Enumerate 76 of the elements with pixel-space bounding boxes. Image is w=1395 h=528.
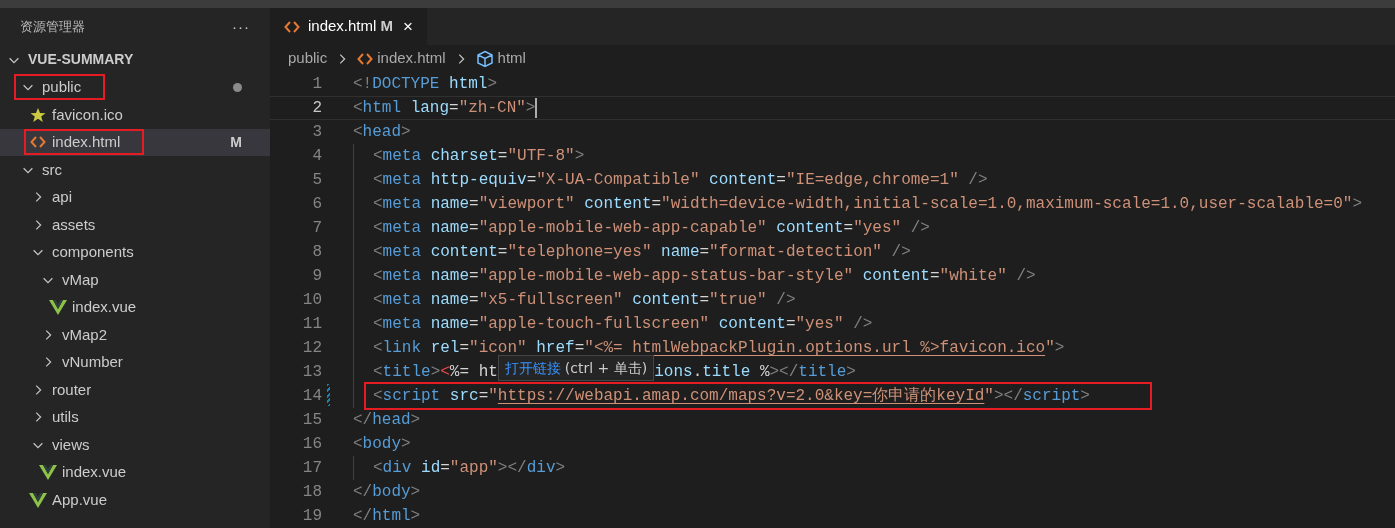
folder-row[interactable]: public (0, 73, 270, 101)
folder-row[interactable]: views (0, 431, 270, 459)
folder-row[interactable]: assets (0, 211, 270, 239)
sidebar-title: 资源管理器 (20, 18, 85, 37)
line-number: 1 (311, 74, 322, 95)
line-number: 9 (311, 266, 322, 287)
line-number: 13 (301, 362, 322, 383)
code-brackets-icon (30, 135, 46, 150)
code-line: <head> (353, 122, 411, 143)
breadcrumb-item[interactable]: html (475, 47, 526, 70)
code-line: <html lang="zh-CN"> (353, 98, 536, 119)
git-status-label: M (230, 132, 242, 152)
folder-row[interactable]: api (0, 183, 270, 211)
code-line: <!DOCTYPE html> (353, 74, 498, 95)
code-line: <meta name="x5-fullscreen" content="true" /> (373, 290, 796, 311)
line-number: 19 (301, 506, 322, 527)
open-link-text[interactable]: 打开链接 (504, 357, 561, 379)
code-line: <title><%= ht (373, 362, 498, 383)
shortcut-hint: (ctrl + 单击) (564, 358, 648, 378)
code-line: </html> (353, 506, 421, 527)
file-row[interactable]: favicon.ico (0, 101, 270, 129)
line-number: 10 (301, 290, 322, 311)
text-cursor (535, 98, 538, 118)
code-line: </head> (353, 410, 421, 431)
code-line: <meta name="viewport" content="width=device-width,initial-scale=1.0,maximum-scale=1.0,user-scalable=0"> (373, 194, 1362, 215)
line-number: 2 (311, 98, 322, 119)
code-line: <meta content="telephone=yes" name="format-detection" /> (373, 242, 911, 263)
folder-row[interactable]: src (0, 156, 270, 184)
folder-row[interactable]: components (0, 238, 270, 266)
vue-logo-icon (29, 491, 47, 508)
highlight-frame: index.html (24, 129, 145, 156)
line-number: 16 (301, 434, 322, 455)
code-line: </body> (353, 482, 421, 503)
line-number: 3 (311, 122, 322, 143)
line-number: 18 (301, 482, 322, 503)
breadcrumb-item[interactable]: public (288, 47, 328, 70)
more-actions-button[interactable]: ··· (232, 15, 250, 39)
vue-logo-icon (49, 299, 67, 316)
code-line: <div id="app"></div> (373, 458, 566, 479)
vue-logo-icon (39, 464, 57, 481)
line-number: 6 (311, 194, 322, 215)
code-line: <meta name="apple-touch-fullscreen" content="yes" /> (373, 314, 873, 335)
cube-icon (475, 49, 494, 68)
star-icon (30, 106, 46, 123)
code-line: <meta http-equiv="X-UA-Compatible" content="IE=edge,chrome=1" /> (373, 170, 988, 191)
code-brackets-icon (284, 19, 300, 34)
line-number: 8 (311, 242, 322, 263)
code-line: <meta charset="UTF-8"> (373, 146, 585, 167)
folder-row[interactable]: vNumber (0, 348, 270, 376)
code-line: <meta name="apple-mobile-web-app-status-bar-style" content="white" /> (373, 266, 1036, 287)
line-number: 17 (301, 458, 322, 479)
folder-row[interactable]: router (0, 376, 270, 404)
file-row[interactable]: index.html M (0, 128, 270, 156)
highlight-frame: public (14, 74, 106, 101)
code-line: <meta name="apple-mobile-web-app-capable" content="yes" /> (373, 218, 930, 239)
line-number: 14 (301, 386, 322, 407)
project-root-row[interactable]: VUE-SUMMARY (0, 46, 270, 74)
line-number: 5 (311, 170, 322, 191)
folder-row[interactable]: utils (0, 403, 270, 431)
code-line: ions.title %></title> (654, 362, 856, 383)
breadcrumb-item[interactable]: index.html (357, 47, 446, 70)
line-number: 15 (301, 410, 322, 431)
folder-row[interactable]: vMap (0, 266, 270, 294)
file-row[interactable]: index.vue (0, 458, 270, 486)
code-line: <link rel="icon" href="<%= htmlWebpackPlugin.options.url %>favicon.ico"> (373, 338, 1065, 359)
file-row[interactable]: App.vue (0, 486, 270, 514)
line-number: 7 (311, 218, 322, 239)
line-number: 12 (301, 338, 322, 359)
folder-row[interactable]: vMap2 (0, 321, 270, 349)
code-brackets-icon (357, 51, 374, 66)
editor-tab[interactable]: index.html M × (270, 8, 427, 45)
code-line: <script src="https://webapi.amap.com/maps?v=2.0&key=你申请的keyId"></script> (373, 386, 1090, 407)
file-row[interactable]: index.vue (0, 293, 270, 321)
code-line: <body> (353, 434, 411, 455)
line-number: 11 (301, 314, 322, 335)
line-number: 4 (311, 146, 322, 167)
